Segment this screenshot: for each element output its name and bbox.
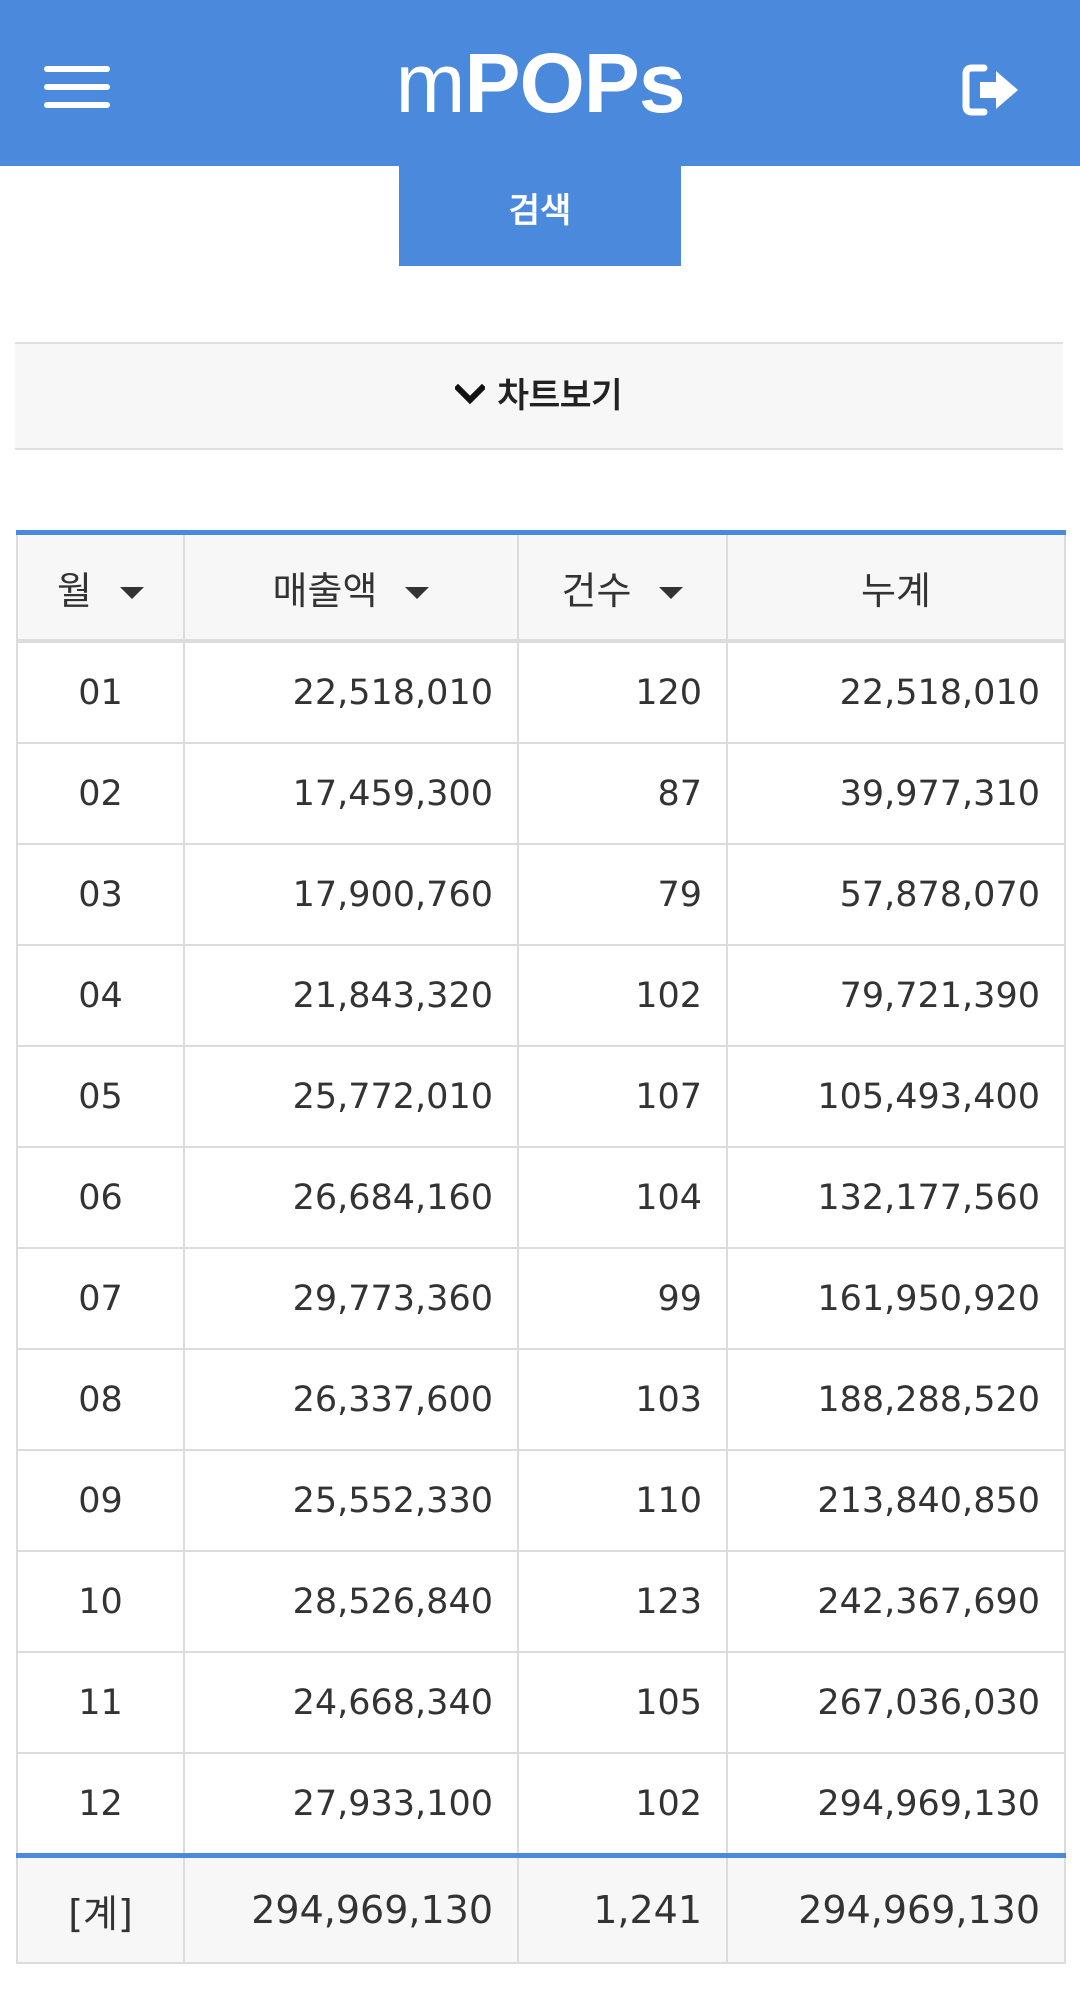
table-total-row: [계] 294,969,130 1,241 294,969,130 bbox=[16, 1853, 1066, 1964]
caret-down-icon bbox=[659, 587, 684, 599]
cell-cumulative: 294,969,130 bbox=[726, 1752, 1066, 1857]
table-row: 01 22,518,010 120 22,518,010 bbox=[16, 640, 1066, 744]
cell-sales: 22,518,010 bbox=[183, 640, 519, 744]
cell-cumulative: 57,878,070 bbox=[726, 843, 1066, 946]
cell-count: 110 bbox=[517, 1449, 728, 1552]
sign-out-icon[interactable] bbox=[962, 62, 1022, 118]
cell-count: 102 bbox=[517, 1752, 728, 1857]
table-row: 06 26,684,160 104 132,177,560 bbox=[16, 1146, 1066, 1249]
cell-count: 102 bbox=[517, 944, 728, 1047]
column-header-label: 누계 bbox=[861, 568, 931, 613]
cell-month: 07 bbox=[16, 1247, 185, 1350]
cell-sales: 26,684,160 bbox=[183, 1146, 519, 1249]
cell-count: 120 bbox=[517, 640, 728, 744]
total-cumulative: 294,969,130 bbox=[726, 1853, 1066, 1964]
logo-prefix: m bbox=[395, 36, 465, 130]
total-count: 1,241 bbox=[517, 1853, 728, 1964]
cell-count: 104 bbox=[517, 1146, 728, 1249]
cell-count: 87 bbox=[517, 742, 728, 845]
cell-sales: 26,337,600 bbox=[183, 1348, 519, 1451]
cell-month: 05 bbox=[16, 1045, 185, 1148]
cell-month: 01 bbox=[16, 640, 185, 744]
table-header-row: 월 매출액 건수 누계 bbox=[16, 530, 1066, 643]
column-header-label: 건수 bbox=[561, 568, 632, 613]
column-header-label: 매출액 bbox=[272, 568, 378, 613]
column-header-sales[interactable]: 매출액 bbox=[183, 530, 519, 643]
cell-month: 06 bbox=[16, 1146, 185, 1249]
cell-cumulative: 188,288,520 bbox=[726, 1348, 1066, 1451]
table-row: 02 17,459,300 87 39,977,310 bbox=[16, 742, 1066, 845]
cell-month: 08 bbox=[16, 1348, 185, 1451]
cell-sales: 21,843,320 bbox=[183, 944, 519, 1047]
cell-cumulative: 213,840,850 bbox=[726, 1449, 1066, 1552]
table-row: 09 25,552,330 110 213,840,850 bbox=[16, 1449, 1066, 1552]
cell-sales: 17,459,300 bbox=[183, 742, 519, 845]
cell-sales: 25,552,330 bbox=[183, 1449, 519, 1552]
chevron-down-icon bbox=[454, 383, 487, 404]
cell-count: 103 bbox=[517, 1348, 728, 1451]
cell-month: 11 bbox=[16, 1651, 185, 1754]
table-row: 07 29,773,360 99 161,950,920 bbox=[16, 1247, 1066, 1350]
chart-toggle-button[interactable]: 차트보기 bbox=[15, 342, 1063, 450]
table-row: 11 24,668,340 105 267,036,030 bbox=[16, 1651, 1066, 1754]
app-header: mPOPs bbox=[0, 0, 1080, 166]
app-logo: mPOPs bbox=[0, 28, 1080, 138]
cell-sales: 28,526,840 bbox=[183, 1550, 519, 1653]
cell-cumulative: 267,036,030 bbox=[726, 1651, 1066, 1754]
search-button[interactable]: 검색 bbox=[399, 166, 681, 266]
logo-main: POPs bbox=[464, 36, 685, 130]
table-row: 05 25,772,010 107 105,493,400 bbox=[16, 1045, 1066, 1148]
column-header-cumulative: 누계 bbox=[726, 530, 1066, 643]
cell-cumulative: 242,367,690 bbox=[726, 1550, 1066, 1653]
cell-month: 03 bbox=[16, 843, 185, 946]
cell-month: 12 bbox=[16, 1752, 185, 1857]
cell-sales: 24,668,340 bbox=[183, 1651, 519, 1754]
cell-sales: 25,772,010 bbox=[183, 1045, 519, 1148]
cell-month: 02 bbox=[16, 742, 185, 845]
table-row: 10 28,526,840 123 242,367,690 bbox=[16, 1550, 1066, 1653]
chart-toggle-label: 차트보기 bbox=[497, 376, 623, 416]
table-row: 04 21,843,320 102 79,721,390 bbox=[16, 944, 1066, 1047]
column-header-label: 월 bbox=[57, 568, 92, 613]
caret-down-icon bbox=[119, 587, 144, 599]
cell-cumulative: 161,950,920 bbox=[726, 1247, 1066, 1350]
cell-sales: 29,773,360 bbox=[183, 1247, 519, 1350]
cell-count: 107 bbox=[517, 1045, 728, 1148]
cell-sales: 17,900,760 bbox=[183, 843, 519, 946]
cell-cumulative: 22,518,010 bbox=[726, 640, 1066, 744]
cell-cumulative: 39,977,310 bbox=[726, 742, 1066, 845]
column-header-month[interactable]: 월 bbox=[16, 530, 185, 643]
table-row: 03 17,900,760 79 57,878,070 bbox=[16, 843, 1066, 946]
total-sales: 294,969,130 bbox=[183, 1853, 519, 1964]
cell-count: 99 bbox=[517, 1247, 728, 1350]
cell-count: 79 bbox=[517, 843, 728, 946]
cell-month: 09 bbox=[16, 1449, 185, 1552]
cell-month: 10 bbox=[16, 1550, 185, 1653]
sign-out-icon-graphic bbox=[962, 64, 1018, 116]
table-row: 08 26,337,600 103 188,288,520 bbox=[16, 1348, 1066, 1451]
column-header-count[interactable]: 건수 bbox=[517, 530, 728, 643]
cell-month: 04 bbox=[16, 944, 185, 1047]
cell-cumulative: 105,493,400 bbox=[726, 1045, 1066, 1148]
caret-down-icon bbox=[405, 587, 430, 599]
cell-cumulative: 79,721,390 bbox=[726, 944, 1066, 1047]
cell-sales: 27,933,100 bbox=[183, 1752, 519, 1857]
table-row: 12 27,933,100 102 294,969,130 bbox=[16, 1752, 1066, 1857]
total-label: [계] bbox=[16, 1853, 185, 1964]
cell-count: 105 bbox=[517, 1651, 728, 1754]
cell-count: 123 bbox=[517, 1550, 728, 1653]
monthly-sales-table: 월 매출액 건수 누계 01 22,518,010 120 22,518,010… bbox=[16, 530, 1066, 1964]
cell-cumulative: 132,177,560 bbox=[726, 1146, 1066, 1249]
